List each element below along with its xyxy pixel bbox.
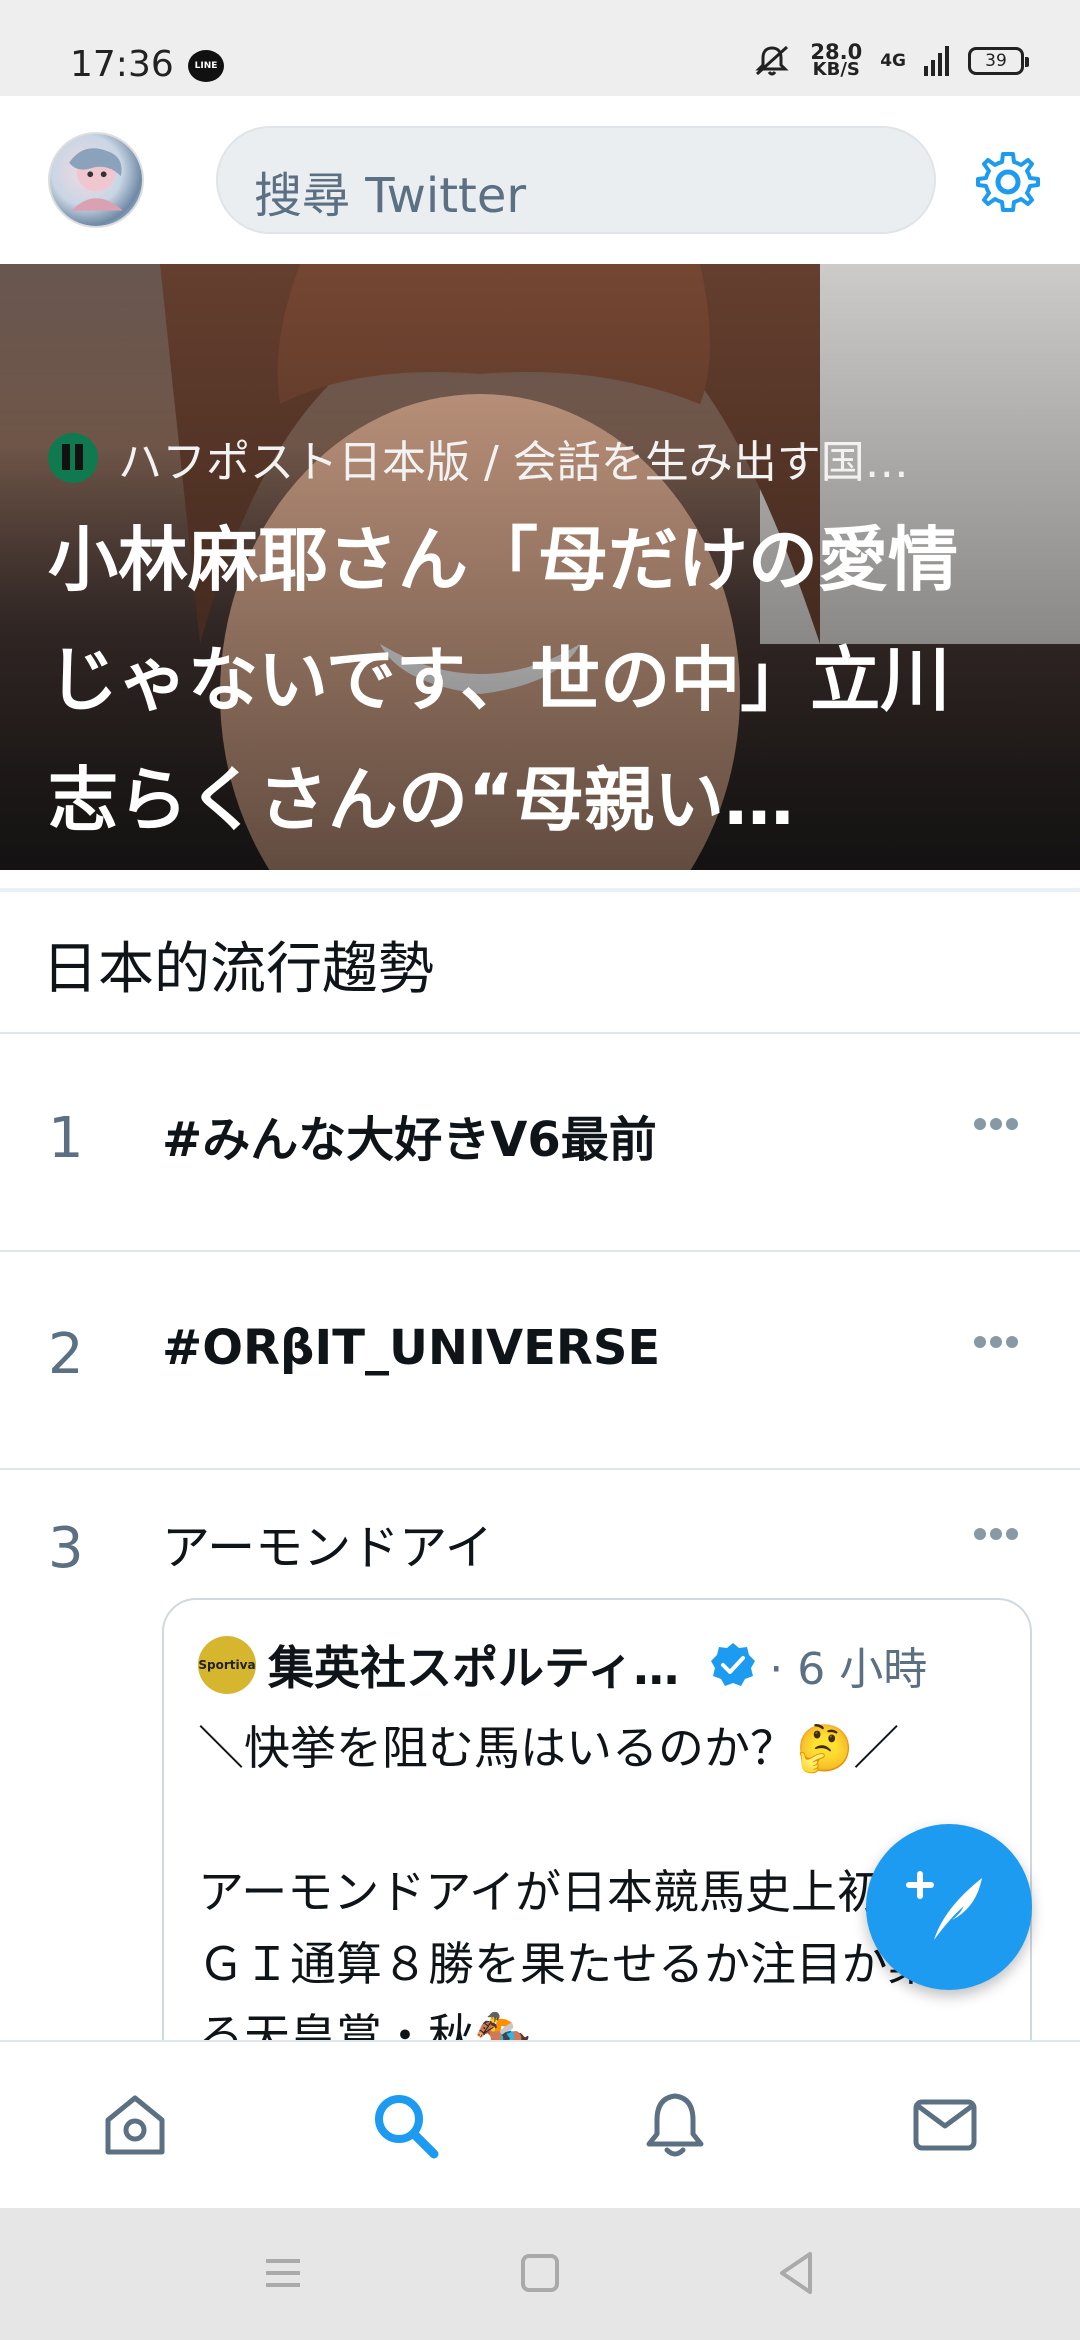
top-header: 搜尋 Twitter: [0, 96, 1080, 264]
divider: [0, 1250, 1080, 1252]
compose-tweet-button[interactable]: [866, 1824, 1032, 1990]
tweet-author-name: 集英社スポルティ…: [268, 1641, 680, 1695]
divider: [0, 1468, 1080, 1470]
divider: [0, 1032, 1080, 1034]
bottom-navigation: [0, 2040, 1080, 2208]
more-options-icon[interactable]: [974, 1528, 1018, 1542]
line-app-icon: LINE: [188, 50, 224, 82]
bell-icon[interactable]: [640, 2090, 710, 2160]
trend-rank: 3: [48, 1516, 84, 1581]
trend-name: アーモンドアイ: [162, 1520, 493, 1576]
more-options-icon[interactable]: [974, 1336, 1018, 1350]
news-headline: 小林麻耶さん「母だけの愛情じゃないです、世の中」立川志らくさんの“母親い…: [48, 519, 958, 841]
mute-icon: [755, 45, 789, 76]
status-time: 17:36: [70, 44, 174, 85]
more-options-icon[interactable]: [974, 1118, 1018, 1132]
tweet-author-avatar: Sportiva: [198, 1636, 256, 1694]
status-indicators: 28.0 KB/S 4G 39: [752, 42, 1029, 80]
network-type: 4G: [880, 51, 906, 71]
status-bar: 17:36 LINE 28.0 KB/S 4G 39: [0, 0, 1080, 96]
signal-icon: [924, 46, 949, 76]
profile-avatar[interactable]: [48, 132, 144, 228]
tweet-time: · 6 小時: [769, 1644, 928, 1695]
section-divider: [0, 888, 1080, 892]
trend-rank: 2: [48, 1322, 84, 1387]
battery-icon: 39: [968, 47, 1029, 75]
home-square-icon[interactable]: [515, 2248, 565, 2298]
trends-section-title: 日本的流行趨勢: [42, 937, 434, 1002]
menu-icon[interactable]: [258, 2248, 308, 2298]
search-input[interactable]: 搜尋 Twitter: [216, 126, 936, 234]
system-navigation-bar: [0, 2208, 1080, 2340]
search-icon[interactable]: [370, 2090, 440, 2160]
back-icon[interactable]: [772, 2248, 822, 2298]
network-speed: 28.0 KB/S: [810, 42, 862, 80]
tweet-author-row: Sportiva 集英社スポルティ… · 6 小時: [198, 1632, 1018, 1698]
news-source-name: ハフポスト日本版 / 会話を生み出す国…: [118, 437, 909, 488]
speed-unit: KB/S: [812, 59, 860, 80]
huffpost-logo-icon: [48, 433, 98, 483]
trend-name: #みんな大好きV6最前: [162, 1112, 657, 1168]
compose-tweet-icon: [906, 1871, 982, 1940]
news-source: ハフポスト日本版 / 会話を生み出す国…: [48, 426, 1048, 490]
avatar-image: [69, 148, 123, 211]
gear-icon[interactable]: [976, 150, 1040, 214]
trend-rank: 1: [48, 1106, 84, 1171]
home-icon[interactable]: [100, 2090, 170, 2160]
mail-icon[interactable]: [910, 2090, 980, 2160]
search-placeholder: 搜尋 Twitter: [254, 168, 527, 224]
trend-name: #ORβIT_UNIVERSE: [162, 1320, 661, 1376]
verified-badge-icon: [711, 1643, 756, 1686]
featured-news-card[interactable]: ハフポスト日本版 / 会話を生み出す国… 小林麻耶さん「母だけの愛情じゃないです…: [0, 264, 1080, 870]
